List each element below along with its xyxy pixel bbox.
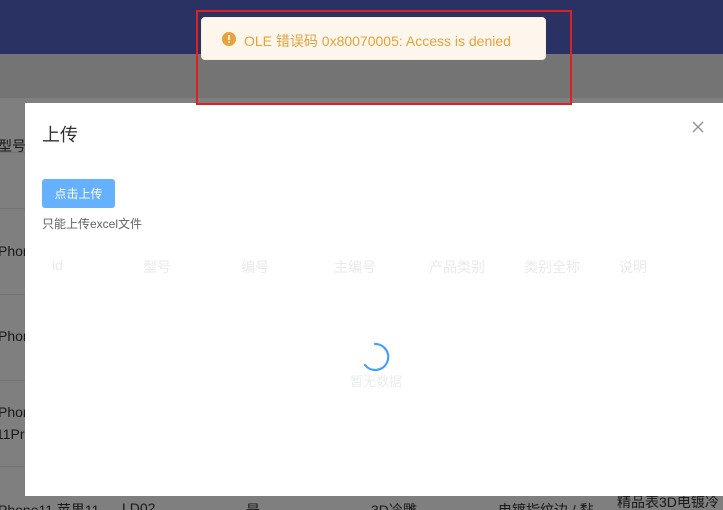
column-header-description: 说明 — [619, 259, 647, 275]
upload-dialog: 上传 点击上传 只能上传excel文件 id 型号 编号 主编号 产品类别 类别… — [25, 103, 723, 496]
column-header-category-full: 类别全称 — [524, 259, 580, 275]
column-header-category: 产品类别 — [429, 259, 485, 275]
close-icon[interactable] — [690, 119, 706, 135]
column-header-main-code: 主编号 — [334, 259, 376, 275]
preview-table-header: id 型号 编号 主编号 产品类别 类别全称 说明 — [42, 251, 702, 279]
column-header-id: id — [52, 257, 63, 273]
upload-tip: 只能上传excel文件 — [42, 217, 143, 231]
column-header-code: 编号 — [241, 259, 269, 275]
click-upload-button[interactable]: 点击上传 — [42, 179, 115, 208]
loading-spinner-icon — [359, 341, 391, 373]
empty-text: 暂无数据 — [350, 374, 403, 389]
dialog-title: 上传 — [42, 125, 78, 145]
highlight-annotation — [196, 10, 572, 105]
column-header-model: 型号 — [143, 259, 171, 275]
